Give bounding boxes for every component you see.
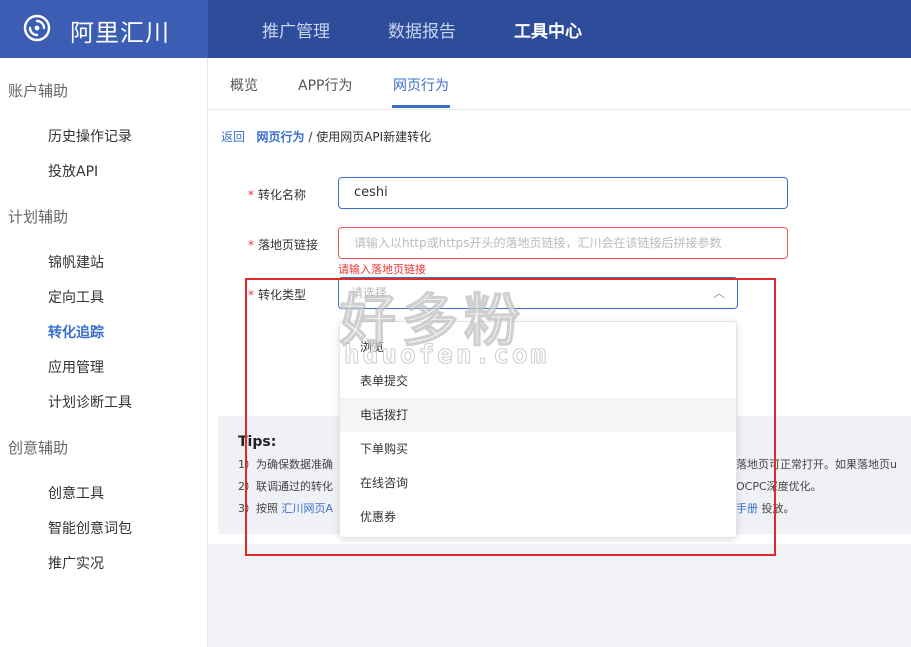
tips-line-3-end: 手册 投放。 <box>736 502 795 515</box>
required-mark: * <box>248 238 254 252</box>
active-tab-indicator <box>392 105 450 108</box>
tips-line-2: 2）联调通过的转化 <box>238 480 333 493</box>
tips-line-1: 1）为确保数据准确 <box>238 458 333 471</box>
nav-item-tools[interactable]: 工具中心 <box>514 17 582 42</box>
tab-overview[interactable]: 概览 <box>230 75 258 95</box>
sidebar-item-targeting[interactable]: 定向工具 <box>48 287 104 307</box>
sidebar-group-plan: 计划辅助 <box>8 208 69 226</box>
nav-item-reports[interactable]: 数据报告 <box>388 17 456 42</box>
breadcrumb-separator: / <box>308 130 313 144</box>
sidebar-item-plan-diagnosis[interactable]: 计划诊断工具 <box>48 392 132 412</box>
breadcrumb-parent-link[interactable]: 网页行为 <box>256 130 304 144</box>
breadcrumb-current: 使用网页API新建转化 <box>316 130 432 144</box>
option-online-consult[interactable]: 在线咨询 <box>340 466 736 500</box>
sidebar-group-creative: 创意辅助 <box>8 439 69 457</box>
landing-page-input[interactable]: 请输入以http或https开头的落地页链接，汇川会在该链接后拼接参数 <box>338 227 788 259</box>
option-phone-call[interactable]: 电话拨打 <box>340 398 736 432</box>
top-bar: 阿里汇川 推广管理 数据报告 工具中心 <box>0 0 911 58</box>
tab-app-behavior[interactable]: APP行为 <box>298 75 352 95</box>
sidebar-item-smart-wordpack[interactable]: 智能创意词包 <box>48 518 132 538</box>
tab-bar: 概览 APP行为 网页行为 <box>208 58 911 110</box>
option-form-submit[interactable]: 表单提交 <box>340 364 736 398</box>
conversion-name-input[interactable]: ceshi <box>338 177 788 209</box>
landing-page-label: * 落地页链接 <box>248 238 319 252</box>
tips-api-link[interactable]: 汇川网页A <box>282 502 334 515</box>
conversion-type-select[interactable]: 请选择 ︿ <box>338 277 738 309</box>
brand[interactable]: 阿里汇川 <box>0 0 208 58</box>
breadcrumb-back-link[interactable]: 返回 <box>221 130 245 144</box>
tips-line-2-end: OCPC深度优化。 <box>736 480 822 493</box>
sidebar-item-site-builder[interactable]: 锦帆建站 <box>48 252 104 272</box>
tips-line-1-end: 落地页可正常打开。如果落地页u <box>736 458 897 471</box>
sidebar-group-account: 账户辅助 <box>8 82 69 100</box>
required-mark: * <box>248 288 254 302</box>
brand-name: 阿里汇川 <box>70 19 170 47</box>
brand-logo-icon <box>23 14 51 42</box>
conversion-type-placeholder: 请选择 <box>351 286 388 300</box>
landing-page-error: 请输入落地页链接 <box>338 263 426 276</box>
sidebar-item-creative-tools[interactable]: 创意工具 <box>48 483 104 503</box>
option-coupon[interactable]: 优惠券 <box>340 500 736 534</box>
conversion-name-label: * 转化名称 <box>248 188 307 202</box>
option-browse[interactable]: 浏览 <box>340 330 736 364</box>
tips-manual-link[interactable]: 手册 <box>736 502 758 515</box>
conversion-type-label: * 转化类型 <box>248 288 307 302</box>
sidebar-item-history[interactable]: 历史操作记录 <box>48 126 132 146</box>
option-purchase[interactable]: 下单购买 <box>340 432 736 466</box>
sidebar: 账户辅助 历史操作记录 投放API 计划辅助 锦帆建站 定向工具 转化追踪 应用… <box>0 58 208 647</box>
sidebar-item-app-management[interactable]: 应用管理 <box>48 357 104 377</box>
sidebar-item-live-preview[interactable]: 推广实况 <box>48 553 104 573</box>
conversion-type-dropdown: 浏览 表单提交 电话拨打 下单购买 在线咨询 优惠券 <box>339 321 737 538</box>
breadcrumb: 返回 网页行为 / 使用网页API新建转化 <box>221 128 431 145</box>
required-mark: * <box>248 188 254 202</box>
sidebar-item-api[interactable]: 投放API <box>48 161 98 181</box>
tips-title: Tips: <box>238 434 277 450</box>
nav-item-promotion[interactable]: 推广管理 <box>262 17 330 42</box>
chevron-up-icon: ︿ <box>712 286 725 300</box>
tips-line-3: 3）按照 汇川网页A <box>238 502 334 515</box>
tab-web-behavior[interactable]: 网页行为 <box>393 75 449 95</box>
sidebar-item-conversion-tracking[interactable]: 转化追踪 <box>48 322 104 342</box>
